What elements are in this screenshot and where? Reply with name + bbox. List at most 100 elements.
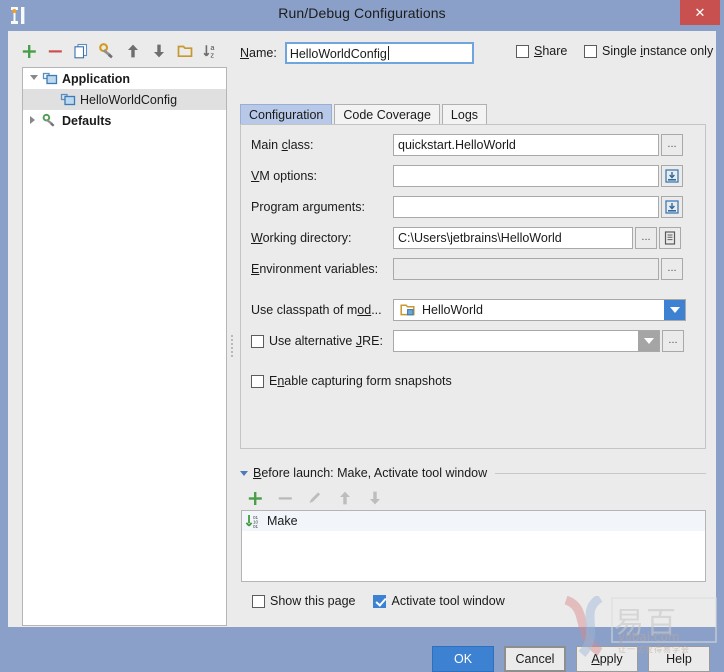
share-checkbox[interactable] xyxy=(516,44,529,58)
add-icon[interactable] xyxy=(20,42,38,60)
main-class-label: Main class: xyxy=(251,138,314,152)
program-arguments-expand-button[interactable] xyxy=(661,196,683,218)
ok-button[interactable]: OK xyxy=(432,646,494,672)
share-checkbox-row[interactable]: Share xyxy=(516,44,567,58)
name-label: Name: xyxy=(240,46,277,60)
before-launch-title: Before launch: Make, Activate tool windo… xyxy=(253,466,488,480)
environment-variables-browse-button[interactable]: ... xyxy=(661,258,683,280)
enable-capturing-form-snapshots-checkbox[interactable] xyxy=(251,374,264,388)
help-button[interactable]: Help xyxy=(648,646,710,672)
name-input[interactable]: HelloWorldConfig xyxy=(284,42,474,64)
panel-splitter[interactable] xyxy=(228,67,238,626)
configurations-toolbar: a z xyxy=(20,38,225,64)
add-task-icon[interactable] xyxy=(246,489,264,507)
configuration-name-row: Name: HelloWorldConfig xyxy=(240,41,474,65)
main-class-row: Main class: quickstart.HelloWorld ... xyxy=(251,134,683,156)
svg-text:z: z xyxy=(210,50,214,59)
move-task-up-icon xyxy=(336,489,354,507)
use-alternative-jre-combo[interactable] xyxy=(393,330,660,352)
chevron-down-icon[interactable] xyxy=(240,470,248,476)
chevron-down-icon[interactable] xyxy=(664,300,685,320)
working-directory-label: Working directory: xyxy=(251,231,352,245)
use-alternative-jre-browse-button[interactable]: ... xyxy=(662,330,684,352)
main-class-input[interactable]: quickstart.HelloWorld xyxy=(393,134,659,156)
activate-tool-window-checkbox[interactable] xyxy=(373,594,387,608)
environment-variables-row: Environment variables: ... xyxy=(251,258,683,280)
show-this-page-row[interactable]: Show this page xyxy=(252,594,355,608)
tree-node-defaults[interactable]: Defaults xyxy=(23,110,226,131)
cancel-button[interactable]: Cancel xyxy=(504,646,566,672)
dialog-button-bar: OK Cancel Apply Help xyxy=(432,646,710,672)
move-up-icon[interactable] xyxy=(124,42,142,60)
use-classpath-of-module-label: Use classpath of mod... xyxy=(251,303,382,317)
move-down-icon[interactable] xyxy=(150,42,168,60)
compile-make-icon: 01 10 01 xyxy=(245,514,263,529)
tab-code-coverage[interactable]: Code Coverage xyxy=(334,104,440,125)
edit-task-pencil-icon xyxy=(306,489,324,507)
run-debug-configurations-dialog: Run/Debug Configurations ✕ a z Applicati… xyxy=(0,0,724,672)
chevron-right-icon[interactable] xyxy=(27,113,42,128)
module-folder-icon xyxy=(400,303,416,317)
main-class-browse-button[interactable]: ... xyxy=(661,134,683,156)
chevron-down-icon[interactable] xyxy=(638,331,659,351)
use-alternative-jre-label-wrap[interactable]: Use alternative JRE: xyxy=(251,334,393,348)
chevron-down-icon[interactable] xyxy=(27,71,42,86)
list-item[interactable]: 01 10 01 Make xyxy=(242,511,705,531)
section-divider xyxy=(495,472,706,474)
program-arguments-input[interactable] xyxy=(393,196,659,218)
defaults-wrench-icon xyxy=(42,113,59,128)
single-instance-only-checkbox[interactable] xyxy=(584,44,597,58)
sort-alphabetically-icon[interactable]: a z xyxy=(202,42,220,60)
use-classpath-of-module-combo[interactable]: HelloWorld xyxy=(393,299,686,321)
use-alternative-jre-checkbox[interactable] xyxy=(251,334,264,348)
tree-node-application[interactable]: Application xyxy=(23,68,226,89)
tree-node-label: Defaults xyxy=(62,113,112,128)
use-classpath-of-module-row: Use classpath of mod... HelloWorld xyxy=(251,299,686,321)
configurations-tree[interactable]: Application HelloWorldConfig Defaults xyxy=(22,67,227,626)
vm-options-input[interactable] xyxy=(393,165,659,187)
tree-node-label: HelloWorldConfig xyxy=(80,92,178,107)
working-directory-row: Working directory: C:\Users\jetbrains\He… xyxy=(251,227,681,249)
vm-options-expand-button[interactable] xyxy=(661,165,683,187)
copy-configuration-icon[interactable] xyxy=(72,42,90,60)
window-title: Run/Debug Configurations xyxy=(278,5,446,21)
configuration-form: Main class: quickstart.HelloWorld ... VM… xyxy=(240,124,706,449)
working-directory-browse-button[interactable]: ... xyxy=(635,227,657,249)
activate-tool-window-label: Activate tool window xyxy=(391,594,505,608)
single-instance-only-checkbox-row[interactable]: Single instance only xyxy=(584,44,713,58)
activate-tool-window-row[interactable]: Activate tool window xyxy=(373,594,505,608)
remove-task-icon xyxy=(276,489,294,507)
vm-options-row: VM options: xyxy=(251,165,683,187)
apply-button[interactable]: Apply xyxy=(576,646,638,672)
insert-macro-icon[interactable] xyxy=(659,227,681,249)
before-launch-task-list[interactable]: 01 10 01 Make xyxy=(241,510,706,582)
working-directory-input[interactable]: C:\Users\jetbrains\HelloWorld xyxy=(393,227,633,249)
enable-capturing-form-snapshots-row[interactable]: Enable capturing form snapshots xyxy=(251,370,452,392)
tree-node-helloworldconfig[interactable]: HelloWorldConfig xyxy=(23,89,226,110)
before-launch-toolbar xyxy=(246,486,446,510)
enable-capturing-form-snapshots-label: Enable capturing form snapshots xyxy=(269,374,452,388)
use-alternative-jre-label: Use alternative JRE: xyxy=(269,334,383,348)
program-arguments-label: Program arguments: xyxy=(251,200,365,214)
program-arguments-row: Program arguments: xyxy=(251,196,683,218)
text-caret xyxy=(387,46,389,60)
tab-configuration[interactable]: Configuration xyxy=(240,104,333,125)
edit-defaults-wrench-icon[interactable] xyxy=(98,42,116,60)
environment-variables-input[interactable] xyxy=(393,258,659,280)
vm-options-label: VM options: xyxy=(251,169,318,183)
show-this-page-label: Show this page xyxy=(270,594,356,608)
close-icon[interactable]: ✕ xyxy=(680,0,720,25)
tab-logs[interactable]: Logs xyxy=(441,104,488,125)
use-alternative-jre-row: Use alternative JRE: ... xyxy=(251,330,684,352)
environment-variables-label: Environment variables: xyxy=(251,262,379,276)
move-task-down-icon xyxy=(366,489,384,507)
svg-text:01: 01 xyxy=(253,524,259,529)
remove-icon[interactable] xyxy=(46,42,64,60)
single-instance-only-label: Single instance only xyxy=(602,44,714,58)
list-item-label: Make xyxy=(267,514,298,528)
show-this-page-checkbox[interactable] xyxy=(252,594,265,608)
before-launch-options: Show this page Activate tool window xyxy=(252,594,505,608)
title-bar: Run/Debug Configurations ✕ xyxy=(0,0,724,31)
create-folder-icon[interactable] xyxy=(176,42,194,60)
